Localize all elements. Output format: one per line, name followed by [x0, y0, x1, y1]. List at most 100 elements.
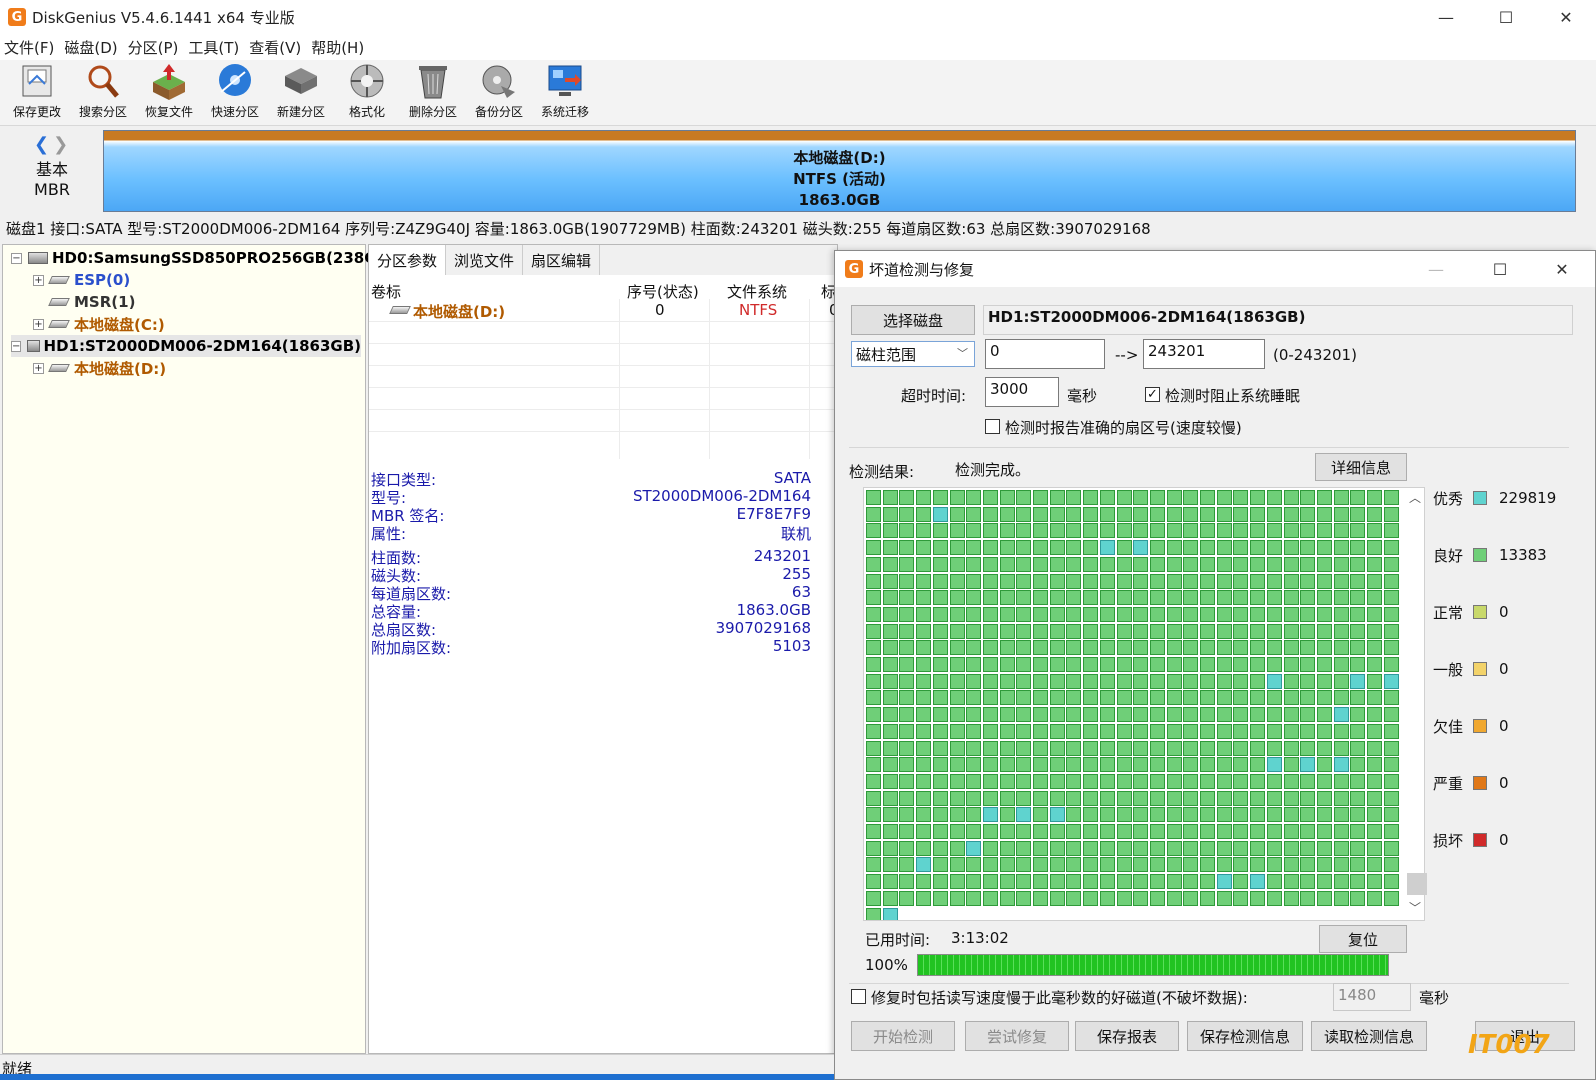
load-scan-info-button[interactable]: 读取检测信息: [1311, 1021, 1427, 1051]
start-scan-button[interactable]: 开始检测: [851, 1021, 955, 1051]
delete-partition-button[interactable]: 删除分区: [400, 60, 466, 126]
maximize-button[interactable]: ☐: [1476, 0, 1536, 34]
track-cell: [1183, 640, 1199, 656]
table-row[interactable]: 本地磁盘(D:) 0 NTFS 0: [369, 299, 837, 321]
disk-nav-arrows[interactable]: ❮❯: [34, 134, 72, 155]
scroll-up-icon[interactable]: ︿: [1409, 489, 1421, 506]
restore-file-button[interactable]: 恢复文件: [136, 60, 202, 126]
tree-item-c[interactable]: + 本地磁盘(C:): [33, 313, 165, 335]
reset-button[interactable]: 复位: [1319, 925, 1407, 953]
partition-bar-d[interactable]: 本地磁盘(D:) NTFS (活动) 1863.0GB: [103, 130, 1576, 212]
tree-item-hd0[interactable]: − HD0:SamsungSSD850PRO256GB(238GB): [11, 247, 395, 269]
range-hint: (0-243201): [1273, 346, 1357, 364]
prevent-sleep-checkbox[interactable]: ✓: [1145, 387, 1160, 402]
next-disk-icon[interactable]: ❯: [53, 134, 72, 155]
legend-poor: 欠佳 0: [1433, 717, 1509, 736]
minimize-button[interactable]: —: [1416, 0, 1476, 34]
tree-item-msr[interactable]: MSR(1): [48, 291, 135, 313]
collapse-icon[interactable]: −: [11, 252, 22, 264]
save-report-button[interactable]: 保存报表: [1075, 1021, 1179, 1051]
track-cell: [1083, 740, 1099, 756]
collapse-icon[interactable]: −: [11, 340, 22, 352]
format-button[interactable]: 格式化: [334, 60, 400, 126]
track-cell: [1367, 690, 1382, 706]
track-cell: [1316, 773, 1332, 789]
expand-icon[interactable]: +: [33, 318, 44, 330]
range-end-input[interactable]: 243201: [1143, 339, 1265, 369]
track-cell: [1283, 824, 1299, 839]
track-cell: [1283, 757, 1299, 773]
range-mode-select[interactable]: 磁柱范围 ﹀: [851, 341, 975, 367]
track-cell: [1083, 857, 1099, 873]
new-partition-button[interactable]: 新建分区: [268, 60, 334, 126]
try-repair-button[interactable]: 尝试修复: [965, 1021, 1069, 1051]
dialog-minimize-button[interactable]: —: [1411, 251, 1461, 287]
repair-slow-checkbox[interactable]: [851, 989, 866, 1004]
save-scan-info-button[interactable]: 保存检测信息: [1187, 1021, 1303, 1051]
tree-item-d[interactable]: + 本地磁盘(D:): [33, 357, 166, 379]
menu-partition[interactable]: 分区(P): [128, 37, 179, 58]
menu-help[interactable]: 帮助(H): [311, 37, 364, 58]
tab-partition-params[interactable]: 分区参数: [369, 245, 447, 275]
track-cell: [1149, 623, 1165, 639]
prev-disk-icon[interactable]: ❮: [34, 134, 53, 155]
select-disk-button[interactable]: 选择磁盘: [851, 305, 975, 335]
track-cell: [1383, 606, 1399, 622]
track-cell: [866, 506, 881, 522]
track-map-scrollbar[interactable]: ︿ ﹀: [1405, 487, 1427, 921]
scroll-down-icon[interactable]: ﹀: [1409, 899, 1421, 916]
dialog-maximize-button[interactable]: ☐: [1475, 251, 1525, 287]
quick-partition-button[interactable]: 快速分区: [202, 60, 268, 126]
backup-partition-button[interactable]: 备份分区: [466, 60, 532, 126]
expand-icon[interactable]: +: [33, 362, 44, 374]
save-changes-button[interactable]: 保存更改: [4, 60, 70, 126]
restore-file-icon: [153, 64, 185, 100]
tab-browse-files[interactable]: 浏览文件: [446, 245, 524, 275]
track-cell: [882, 523, 898, 539]
track-cell: [966, 673, 982, 689]
track-cell: [866, 657, 881, 672]
track-cell: [1200, 506, 1215, 522]
detail-info-button[interactable]: 详细信息: [1315, 453, 1407, 481]
track-cell: [1133, 506, 1149, 522]
menu-file[interactable]: 文件(F): [4, 37, 54, 58]
track-cell: [1333, 874, 1349, 890]
menu-tools[interactable]: 工具(T): [188, 37, 239, 58]
track-cell: [1350, 840, 1366, 856]
range-start-input[interactable]: 0: [985, 339, 1105, 369]
track-cell: [932, 657, 948, 672]
dialog-close-button[interactable]: ✕: [1537, 251, 1587, 287]
menu-view[interactable]: 查看(V): [249, 37, 301, 58]
scroll-thumb[interactable]: [1407, 873, 1427, 895]
track-cell: [1383, 640, 1399, 656]
close-button[interactable]: ✕: [1536, 0, 1596, 34]
track-cell: [949, 623, 965, 639]
track-cell: [1116, 590, 1132, 606]
track-cell: [916, 740, 932, 756]
tab-sector-edit[interactable]: 扇区编辑: [523, 245, 601, 275]
tree-item-esp[interactable]: + ESP(0): [33, 269, 130, 291]
track-cell: [1216, 790, 1232, 806]
track-cell: [966, 506, 982, 522]
menu-disk[interactable]: 磁盘(D): [64, 37, 117, 58]
repair-ms-input[interactable]: 1480: [1333, 983, 1411, 1011]
report-sector-checkbox[interactable]: [985, 419, 1000, 434]
track-cell: [1133, 857, 1149, 873]
search-partition-button[interactable]: 搜索分区: [70, 60, 136, 126]
track-cell: [1383, 773, 1399, 789]
track-cell: [866, 623, 881, 639]
track-cell: [882, 673, 898, 689]
track-cell: [966, 556, 982, 572]
expand-icon[interactable]: +: [33, 274, 44, 286]
track-cell: [1133, 807, 1149, 823]
track-cell: [1133, 723, 1149, 739]
track-cell: [1066, 690, 1082, 706]
track-cell: [1383, 490, 1399, 505]
system-migrate-button[interactable]: 系统迁移: [532, 60, 598, 126]
timeout-input[interactable]: 3000: [985, 377, 1059, 407]
track-cell: [1316, 506, 1332, 522]
track-cell: [1083, 540, 1099, 556]
tree-item-hd1[interactable]: − HD1:ST2000DM006-2DM164(1863GB): [11, 335, 361, 357]
search-icon: [88, 65, 119, 98]
track-cell: [1300, 840, 1316, 856]
